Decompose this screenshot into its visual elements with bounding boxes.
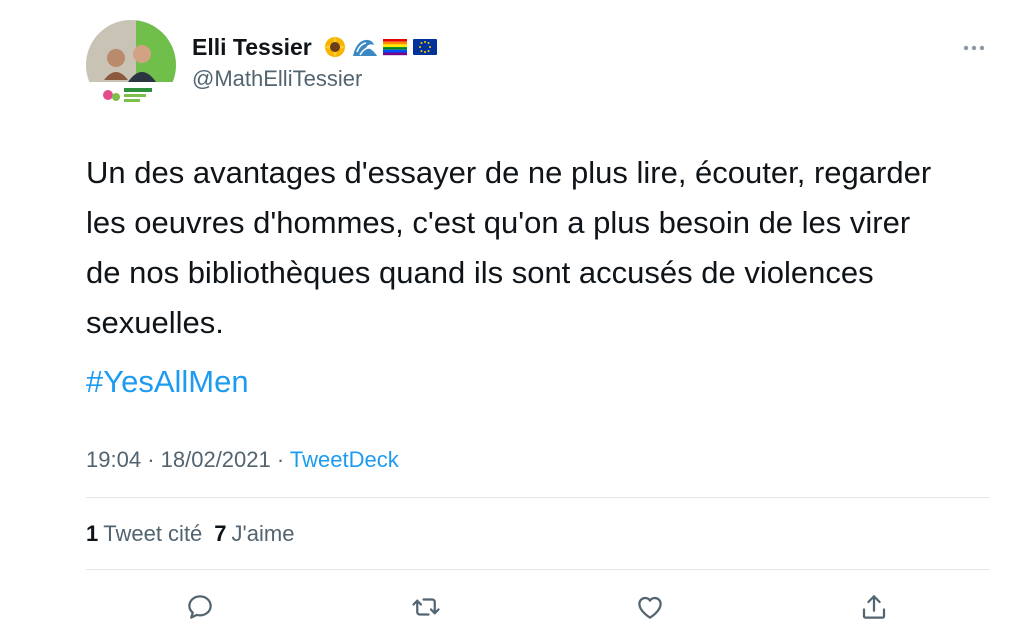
quote-count: 1	[86, 521, 99, 546]
author-block: Elli Tessier @MathElliTessier	[192, 30, 438, 92]
tweet-stats: 1 Tweet cité 7 J'aime	[86, 517, 294, 551]
like-label: J'aime	[231, 521, 295, 546]
share-icon	[862, 595, 886, 619]
like-count: 7	[214, 521, 227, 546]
tweet-text: Un des avantages d'essayer de ne plus li…	[86, 155, 932, 340]
divider	[86, 497, 990, 498]
more-dots-icon	[963, 45, 985, 51]
avatar-photo	[86, 20, 176, 110]
more-options-button[interactable]	[962, 38, 986, 58]
reply-button[interactable]	[182, 589, 218, 625]
rainbow-flag-icon	[382, 39, 407, 56]
like-icon	[638, 596, 662, 619]
sunflower-icon	[323, 36, 346, 58]
author-emoji-set	[322, 36, 438, 58]
author-name-row: Elli Tessier	[192, 30, 438, 64]
author-handle[interactable]: @MathElliTessier	[192, 66, 438, 92]
divider	[86, 569, 990, 570]
tweet-date[interactable]: 18/02/2021	[161, 447, 271, 472]
quote-label: Tweet cité	[103, 521, 203, 546]
author-display-name[interactable]: Elli Tessier	[192, 34, 312, 61]
retweet-icon	[412, 598, 440, 616]
wave-icon	[352, 39, 377, 56]
likes-stat[interactable]: 7 J'aime	[214, 517, 294, 551]
retweet-button[interactable]	[408, 589, 444, 625]
eu-flag-icon	[412, 39, 437, 55]
avatar[interactable]	[86, 20, 176, 110]
share-button[interactable]	[856, 589, 892, 625]
tweet-metadata: 19:04 · 18/02/2021 · TweetDeck	[86, 443, 399, 477]
meta-separator: ·	[276, 447, 285, 472]
tweet-time[interactable]: 19:04	[86, 447, 141, 472]
action-bar	[0, 585, 1024, 629]
reply-icon	[188, 595, 212, 619]
hashtag-link[interactable]: #YesAllMen	[86, 359, 249, 405]
like-button[interactable]	[632, 589, 668, 625]
tweet-card: Elli Tessier @MathElliTessier Un des ava…	[0, 0, 1024, 635]
meta-separator: ·	[147, 447, 155, 472]
quote-tweets-stat[interactable]: 1 Tweet cité	[86, 517, 202, 551]
tweet-source-link[interactable]: TweetDeck	[290, 447, 399, 472]
